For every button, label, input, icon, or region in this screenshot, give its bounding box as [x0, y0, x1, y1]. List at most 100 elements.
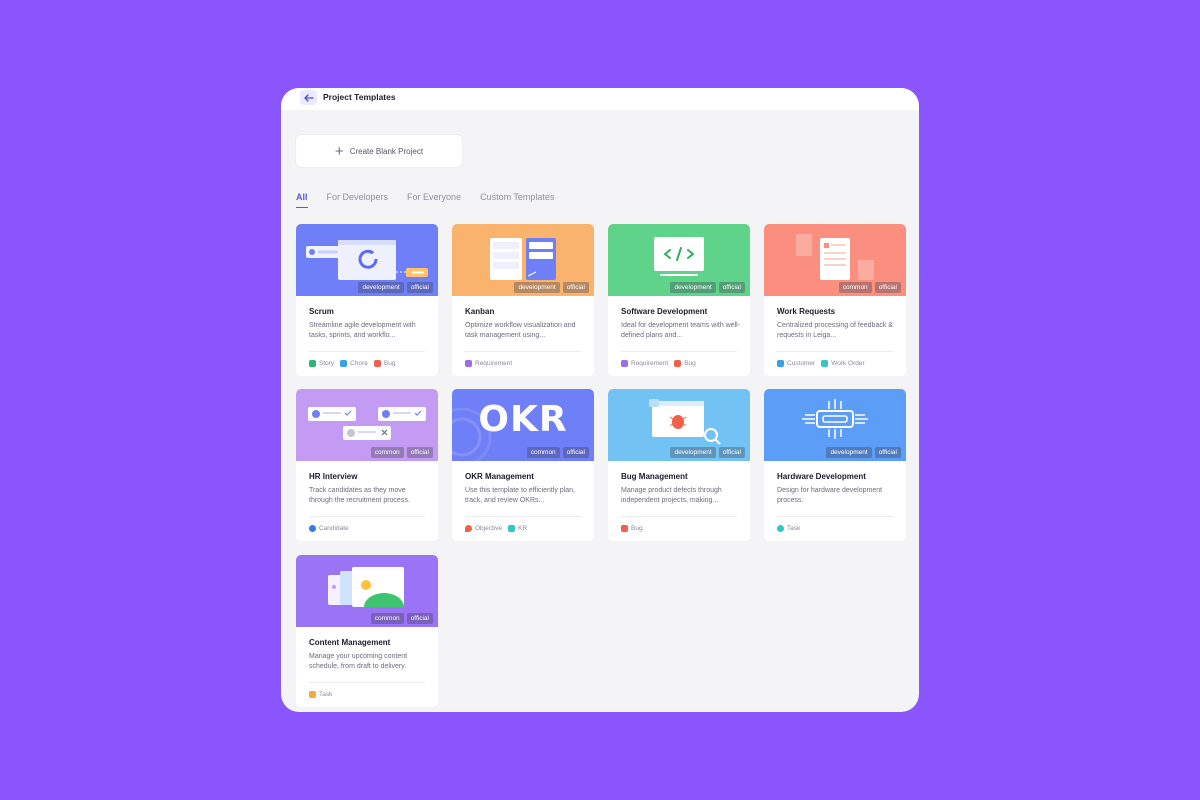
task-icon	[309, 691, 316, 698]
tag-label: Bug	[631, 525, 643, 532]
card-title: Content Management	[309, 638, 391, 647]
official-badge: official	[874, 282, 901, 293]
official-badge: official	[562, 447, 589, 458]
card-title: Software Development	[621, 307, 708, 316]
story-icon	[309, 360, 316, 367]
tag-requirement: Requirement	[621, 360, 668, 367]
tag-label: Task	[787, 525, 801, 532]
card-tags: Objective KR	[465, 525, 527, 532]
create-blank-project-button[interactable]: + Create Blank Project	[296, 135, 462, 167]
official-badge: official	[406, 447, 433, 458]
tag-label: Objective	[475, 525, 503, 532]
card-description: Design for hardware development process.	[777, 487, 883, 504]
kr-icon	[508, 525, 516, 532]
tab-for-developers[interactable]: For Developers	[327, 192, 389, 208]
tag-bug: Bug	[621, 525, 643, 532]
template-tabs: All For Developers For Everyone Custom T…	[296, 192, 554, 208]
create-blank-project-label: Create Blank Project	[349, 146, 424, 156]
template-card-hardware-development[interactable]: development official Hardware Developmen…	[764, 389, 906, 541]
official-badge: official	[406, 613, 433, 624]
tag-candidate: Candidate	[309, 525, 349, 532]
card-divider	[309, 351, 425, 352]
card-title: Kanban	[465, 307, 495, 316]
card-description: Streamline agile development with tasks,…	[309, 322, 416, 339]
template-card-content-management[interactable]: common official Content Management Manag…	[296, 555, 438, 707]
tag-label: Requirement	[475, 360, 513, 367]
card-divider	[465, 516, 581, 517]
card-banner: development official	[608, 224, 750, 296]
tag-work-order: Work Order	[821, 360, 865, 367]
card-title: Scrum	[309, 307, 334, 316]
title-bar: Project Templates	[281, 88, 919, 110]
tag-label: Chore	[350, 360, 368, 367]
template-card-scrum[interactable]: development official Scrum Streamline ag…	[296, 224, 438, 376]
bug-icon	[674, 360, 682, 367]
card-divider	[465, 351, 581, 352]
task-icon	[777, 525, 784, 532]
template-card-okr-management[interactable]: OKR common official OKR Management Use t…	[452, 389, 594, 541]
card-banner: common official	[764, 224, 906, 296]
category-badge: common	[370, 613, 404, 624]
template-card-work-requests[interactable]: common official Work Requests Centralize…	[764, 224, 906, 376]
card-tags: Customer Work Order	[777, 360, 865, 367]
template-card-software-development[interactable]: development official Software Developmen…	[608, 224, 750, 376]
official-badge: official	[718, 447, 745, 458]
card-description: Use this template to efficiently plan, t…	[465, 487, 575, 504]
tag-label: Story	[319, 360, 335, 367]
template-card-kanban[interactable]: development official Kanban Optimize wor…	[452, 224, 594, 376]
card-banner: OKR common official	[452, 389, 594, 461]
requirement-icon	[465, 360, 472, 367]
tag-label: Customer	[787, 360, 816, 367]
tag-objective: Objective	[465, 525, 502, 532]
card-description: Track candidates as they move through th…	[309, 487, 410, 504]
category-badge: common	[370, 447, 404, 458]
card-title: Hardware Development	[777, 472, 866, 481]
template-card-hr-interview[interactable]: common official HR Interview Track candi…	[296, 389, 438, 541]
tab-custom-templates[interactable]: Custom Templates	[480, 192, 554, 208]
card-description: Ideal for development teams with well-de…	[621, 322, 741, 339]
category-badge: development	[514, 282, 560, 293]
card-tags: Requirement	[465, 360, 512, 367]
card-title: Work Requests	[777, 307, 836, 316]
card-banner: development official	[452, 224, 594, 296]
card-tags: Bug	[621, 525, 643, 532]
category-badge: development	[670, 282, 716, 293]
tag-customer: Customer	[777, 360, 815, 367]
official-badge: official	[718, 282, 745, 293]
customer-icon	[777, 360, 784, 367]
tab-for-everyone[interactable]: For Everyone	[407, 192, 461, 208]
card-title: Bug Management	[621, 472, 688, 481]
tag-label: Task	[319, 691, 333, 698]
official-badge: official	[406, 282, 433, 293]
bug-icon	[621, 525, 628, 532]
tag-story: Story	[309, 360, 334, 367]
card-divider	[309, 682, 425, 683]
tab-all[interactable]: All	[296, 192, 308, 208]
tag-label: Bug	[684, 360, 696, 367]
card-tags: Task	[309, 691, 332, 698]
requirement-icon	[621, 360, 628, 367]
objective-icon	[465, 525, 472, 532]
card-tags: Task	[777, 525, 800, 532]
page-title: Project Templates	[323, 92, 396, 102]
templates-window: Project Templates + Create Blank Project…	[281, 88, 919, 712]
card-description: Manage your upcoming content schedule, f…	[309, 653, 408, 670]
tag-kr: KR	[508, 525, 527, 532]
card-description: Manage product defects through independe…	[621, 487, 722, 504]
tag-requirement: Requirement	[465, 360, 512, 367]
back-button[interactable]	[300, 90, 317, 105]
tag-label: Bug	[383, 360, 396, 367]
card-banner: common official	[296, 555, 438, 627]
chore-icon	[340, 360, 348, 367]
category-badge: common	[838, 282, 872, 293]
card-banner: development official	[764, 389, 906, 461]
work-order-icon	[821, 360, 829, 367]
official-badge: official	[562, 282, 589, 293]
card-title: HR Interview	[309, 472, 358, 481]
tag-chore: Chore	[340, 360, 368, 367]
tag-label: Work Order	[831, 360, 865, 367]
template-card-bug-management[interactable]: development official Bug Management Mana…	[608, 389, 750, 541]
tag-label: KR	[518, 525, 528, 532]
card-banner: common official	[296, 389, 438, 461]
card-banner: development official	[296, 224, 438, 296]
